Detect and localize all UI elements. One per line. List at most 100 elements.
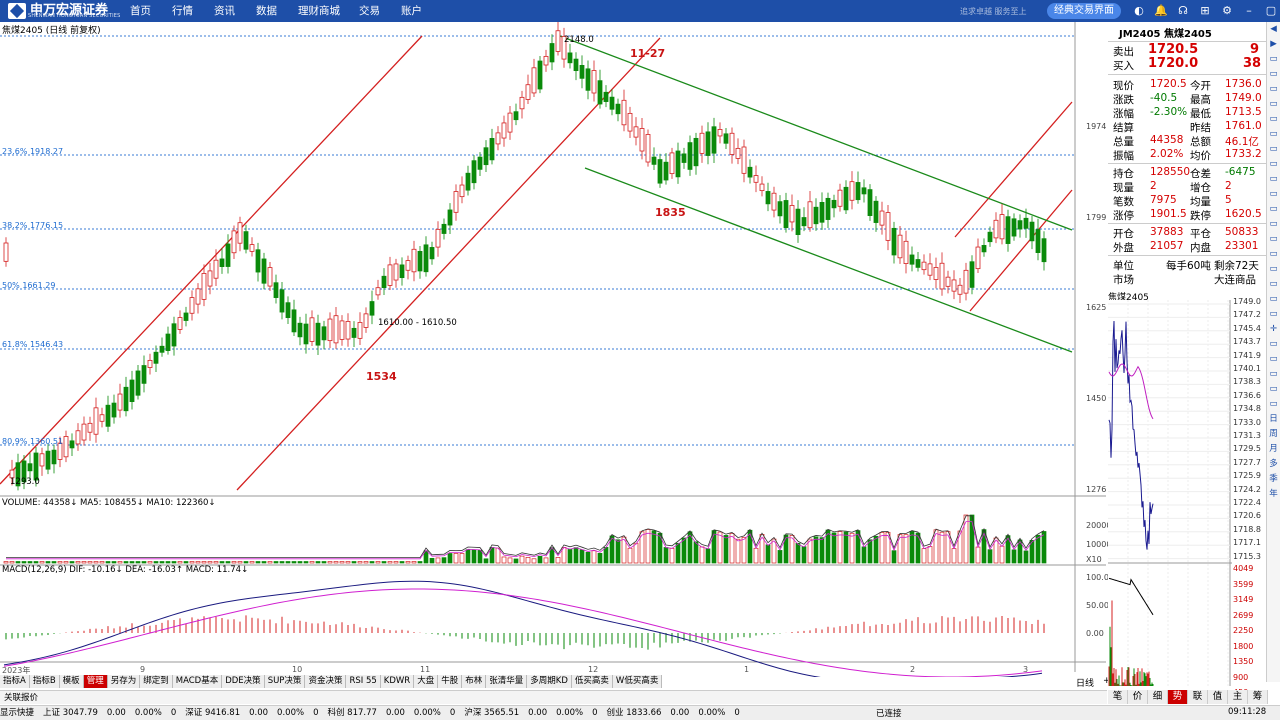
tab-boll[interactable]: 布林 xyxy=(462,675,487,688)
sidebar-tool-icon[interactable]: 周 xyxy=(1267,427,1280,442)
sidebar-tool-icon[interactable]: ▭ xyxy=(1267,277,1280,292)
sidebar-tool-icon[interactable]: ▭ xyxy=(1267,142,1280,157)
related-quote-bar[interactable]: 关联报价 xyxy=(0,690,1107,704)
tab-chips[interactable]: 筹 xyxy=(1248,690,1268,704)
logo-icon xyxy=(8,3,26,19)
tab-multi-kd[interactable]: 多周期KD xyxy=(527,675,572,688)
month-label: 1 xyxy=(744,665,750,674)
skin-icon[interactable]: ◐ xyxy=(1131,3,1147,19)
headset-icon[interactable]: ☊ xyxy=(1175,3,1191,19)
bell-icon[interactable]: 🔔 xyxy=(1153,3,1169,19)
tab-dde[interactable]: DDE决策 xyxy=(222,675,265,688)
tab-macd[interactable]: MACD基本 xyxy=(173,675,223,688)
mini-vol-tick: 2699 xyxy=(1233,610,1254,620)
mini-vol-tick: 1800 xyxy=(1233,641,1254,651)
sidebar-tool-icon[interactable]: ◀ xyxy=(1267,22,1280,37)
sidebar-tool-icon[interactable]: ▭ xyxy=(1267,217,1280,232)
sidebar-tool-icon[interactable]: ▭ xyxy=(1267,367,1280,382)
sidebar-tool-icon[interactable]: ▭ xyxy=(1267,307,1280,322)
tab-zqh[interactable]: 张清华量 xyxy=(486,675,528,688)
sidebar-tool-icon[interactable]: ▭ xyxy=(1267,202,1280,217)
tab-bind[interactable]: 绑定到 xyxy=(140,675,173,688)
sidebar-tool-icon[interactable]: ▭ xyxy=(1267,292,1280,307)
tab-indicator-a[interactable]: 指标A xyxy=(0,675,30,688)
menu-wealth[interactable]: 理财商城 xyxy=(298,4,359,18)
sidebar-tool-icon[interactable]: ▭ xyxy=(1267,172,1280,187)
menu-quotes[interactable]: 行情 xyxy=(172,4,214,18)
quote-label: 涨跌 xyxy=(1113,94,1134,106)
sidebar-tool-icon[interactable]: ▭ xyxy=(1267,397,1280,412)
sidebar-tool-icon[interactable]: ▭ xyxy=(1267,127,1280,142)
mini-vol-tick: 900 xyxy=(1233,672,1249,682)
tab-trend[interactable]: 势 xyxy=(1168,690,1188,704)
menu-trade[interactable]: 交易 xyxy=(359,4,401,18)
menu-account[interactable]: 账户 xyxy=(401,4,443,18)
intraday-chart[interactable] xyxy=(1108,300,1232,686)
quote-value: -2.30% xyxy=(1150,106,1188,118)
quote-label: 昨结 xyxy=(1190,122,1211,134)
sidebar-tool-icon[interactable]: ▭ xyxy=(1267,187,1280,202)
tab-main[interactable]: 主 xyxy=(1228,690,1248,704)
tab-save-as[interactable]: 另存为 xyxy=(108,675,141,688)
quote-value: 1749.0 xyxy=(1225,92,1262,104)
tab-buy-low[interactable]: 低买高卖 xyxy=(572,675,613,688)
tab-link[interactable]: 联 xyxy=(1188,690,1208,704)
tab-value[interactable]: 值 xyxy=(1208,690,1228,704)
tab-w-buy-low[interactable]: W低买高卖 xyxy=(613,675,663,688)
tab-kdwr[interactable]: KDWR xyxy=(381,675,415,688)
tab-detail[interactable]: 细 xyxy=(1148,690,1168,704)
show-shortcuts-button[interactable]: 显示快捷 xyxy=(0,706,34,720)
classic-trade-button[interactable]: 经典交易界面 xyxy=(1047,3,1121,19)
sidebar-tool-icon[interactable]: 月 xyxy=(1267,442,1280,457)
kline-chart[interactable] xyxy=(0,22,1106,677)
quote-label: 持仓 xyxy=(1113,168,1134,180)
sidebar-tool-icon[interactable]: ▭ xyxy=(1267,382,1280,397)
tab-sup[interactable]: SUP决策 xyxy=(265,675,306,688)
fib-label: 23.6% 1918.27 xyxy=(2,147,64,156)
sidebar-tool-icon[interactable]: ▭ xyxy=(1267,352,1280,367)
tab-manage[interactable]: 管理 xyxy=(83,675,108,688)
sidebar-tool-icon[interactable]: ▭ xyxy=(1267,247,1280,262)
tab-bull[interactable]: 牛股 xyxy=(438,675,463,688)
tab-indicator-b[interactable]: 指标B xyxy=(30,675,60,688)
sidebar-tool-icon[interactable]: ✛ xyxy=(1267,322,1280,337)
sidebar-tool-icon[interactable]: 季 xyxy=(1267,472,1280,487)
settings-icon[interactable]: ⚙ xyxy=(1219,3,1235,19)
minimize-icon[interactable]: – xyxy=(1241,3,1257,19)
tab-price[interactable]: 价 xyxy=(1128,690,1148,704)
tab-market[interactable]: 大盘 xyxy=(414,675,439,688)
divider xyxy=(1108,163,1266,164)
menu-home[interactable]: 首页 xyxy=(130,4,172,18)
quote-label: 最低 xyxy=(1190,108,1211,120)
tab-trades[interactable]: 笔 xyxy=(1108,690,1128,704)
maximize-icon[interactable]: ▢ xyxy=(1263,3,1279,19)
sidebar-tool-icon[interactable]: ▭ xyxy=(1267,52,1280,67)
grid-icon[interactable]: ⊞ xyxy=(1197,3,1213,19)
sidebar-tool-icon[interactable]: ▭ xyxy=(1267,262,1280,277)
menu-data[interactable]: 数据 xyxy=(256,4,298,18)
tab-rsi[interactable]: RSI 55 xyxy=(346,675,381,688)
mini-price-tick: 1717.1 xyxy=(1233,538,1261,548)
sidebar-tool-icon[interactable]: ▭ xyxy=(1267,337,1280,352)
sidebar-tool-icon[interactable]: ▭ xyxy=(1267,97,1280,112)
sidebar-tool-icon[interactable]: 年 xyxy=(1267,487,1280,502)
sidebar-tool-icon[interactable]: 日 xyxy=(1267,412,1280,427)
index-quote: 0.00% xyxy=(698,708,726,718)
sidebar-tool-icon[interactable]: ▶ xyxy=(1267,37,1280,52)
menu-news[interactable]: 资讯 xyxy=(214,4,256,18)
sidebar-tool-icon[interactable]: 多 xyxy=(1267,457,1280,472)
tab-fund[interactable]: 资金决策 xyxy=(305,675,347,688)
month-label: 12 xyxy=(588,665,599,674)
index-quote: 深证 9416.81 xyxy=(185,708,241,718)
sidebar-tool-icon[interactable]: ▭ xyxy=(1267,82,1280,97)
daily-label[interactable]: 日线 xyxy=(1076,676,1094,689)
sidebar-tool-icon[interactable]: ▭ xyxy=(1267,232,1280,247)
quote-label: 均价 xyxy=(1190,150,1211,162)
sidebar-tool-icon[interactable]: ▭ xyxy=(1267,157,1280,172)
mini-price-tick: 1722.4 xyxy=(1233,498,1261,507)
tab-template[interactable]: 模板 xyxy=(60,675,84,688)
quote-value: 7975 xyxy=(1150,194,1177,206)
sidebar-tool-icon[interactable]: ▭ xyxy=(1267,112,1280,127)
sidebar-tool-icon[interactable]: ▭ xyxy=(1267,67,1280,82)
quote-value: 46.1亿 xyxy=(1225,136,1259,148)
